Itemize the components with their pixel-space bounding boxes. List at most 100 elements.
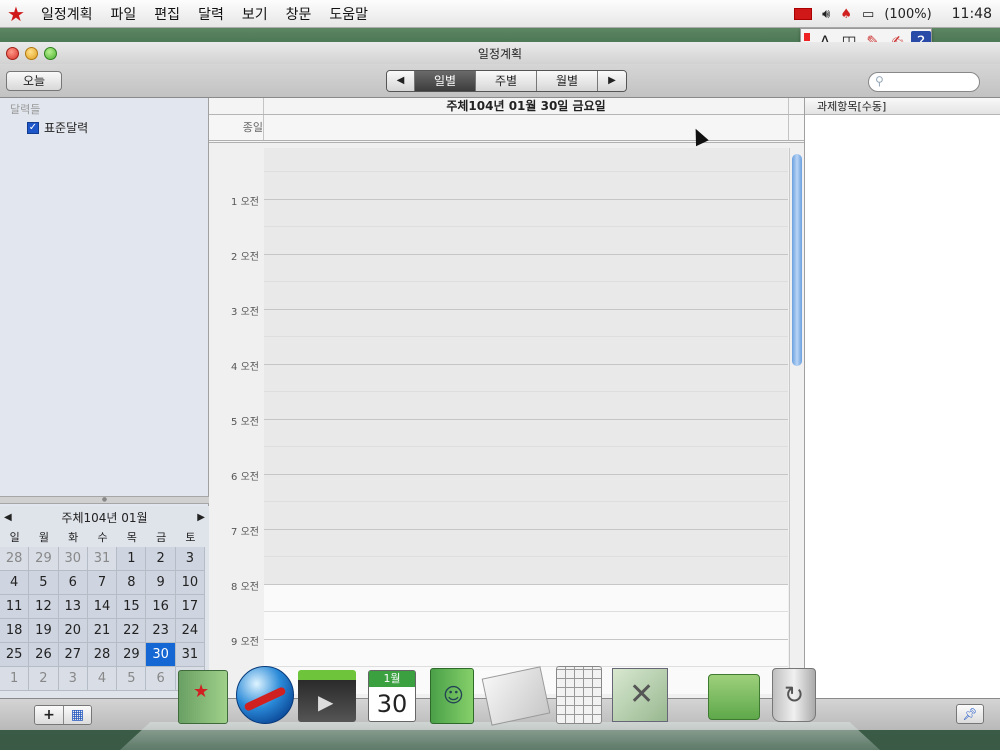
- half-hour-line: [264, 226, 788, 227]
- tasks-header[interactable]: 과제항목[수동]: [805, 98, 1000, 115]
- tab-week[interactable]: 주별: [476, 71, 537, 91]
- day-cell[interactable]: 28: [0, 547, 30, 571]
- hour-row[interactable]: 7 오전: [209, 527, 789, 584]
- day-cell[interactable]: 13: [58, 595, 88, 619]
- day-cell[interactable]: 21: [87, 619, 118, 643]
- day-cell[interactable]: 8: [117, 571, 147, 595]
- hour-row[interactable]: [209, 148, 789, 199]
- day-cell[interactable]: 1: [0, 667, 30, 691]
- mini-prev-icon[interactable]: ◀: [4, 512, 12, 523]
- hour-row[interactable]: 2 오전: [209, 252, 789, 309]
- day-cell[interactable]: 30: [58, 547, 88, 571]
- add-calendar-button[interactable]: +: [35, 706, 63, 724]
- day-cell[interactable]: 4: [0, 571, 30, 595]
- menu-file[interactable]: 파일: [102, 4, 146, 24]
- search-input[interactable]: ⚲: [868, 72, 980, 92]
- hour-label: 8 오전: [231, 582, 259, 593]
- checkbox-icon[interactable]: ✓: [27, 121, 39, 134]
- address-book-icon[interactable]: [430, 668, 474, 724]
- day-cell[interactable]: 29: [29, 547, 59, 571]
- red-book-icon[interactable]: [178, 670, 228, 724]
- day-cell[interactable]: 2: [146, 547, 176, 571]
- hour-row[interactable]: 3 오전: [209, 307, 789, 364]
- day-cell[interactable]: 31: [87, 547, 118, 571]
- menu-calendar[interactable]: 달력: [189, 4, 233, 24]
- day-cell[interactable]: 29: [117, 643, 147, 667]
- day-cell[interactable]: 12: [29, 595, 59, 619]
- day-cell[interactable]: 5: [117, 667, 147, 691]
- flag-icon[interactable]: [794, 8, 813, 20]
- menu-app[interactable]: 일정계획: [32, 4, 102, 24]
- day-cell[interactable]: 25: [0, 643, 30, 667]
- day-cell[interactable]: 10: [175, 571, 206, 595]
- day-cell[interactable]: 1: [117, 547, 147, 571]
- day-cell[interactable]: 27: [58, 643, 88, 667]
- trash-icon[interactable]: [772, 668, 816, 722]
- documents-folder-icon[interactable]: [708, 674, 760, 720]
- calendar-app-day: 30: [376, 690, 408, 718]
- scrollbar-thumb[interactable]: [792, 154, 802, 366]
- day-cell[interactable]: 16: [146, 595, 176, 619]
- hour-row[interactable]: 1 오전: [209, 197, 789, 254]
- clock[interactable]: 11:48: [952, 6, 992, 22]
- day-cell[interactable]: 9: [146, 571, 176, 595]
- day-cell[interactable]: 26: [29, 643, 59, 667]
- vertical-scrollbar[interactable]: [789, 148, 803, 670]
- half-hour-line: [264, 391, 788, 392]
- next-button[interactable]: ▶: [598, 71, 626, 91]
- day-cell[interactable]: 6: [58, 571, 88, 595]
- sidebar-splitter[interactable]: ●: [0, 496, 209, 504]
- window-title: 일정계획: [477, 46, 523, 61]
- day-cell[interactable]: 28: [87, 643, 118, 667]
- day-cell[interactable]: 4: [87, 667, 118, 691]
- hour-row[interactable]: 6 오전: [209, 472, 789, 529]
- previous-button[interactable]: ◀: [387, 71, 415, 91]
- pin-icon[interactable]: 📌︎: [956, 704, 984, 724]
- menu-edit[interactable]: 편집: [145, 4, 189, 24]
- image-viewer-icon[interactable]: [481, 666, 551, 726]
- day-cell[interactable]: 20: [58, 619, 88, 643]
- system-tools-icon[interactable]: [612, 668, 668, 722]
- mini-next-icon[interactable]: ▶: [197, 512, 205, 523]
- calendar-grid-button[interactable]: ▦: [63, 706, 91, 724]
- day-cell[interactable]: 5: [29, 571, 59, 595]
- hour-row[interactable]: 8 오전: [209, 582, 789, 639]
- half-hour-line: [264, 336, 788, 337]
- day-cell[interactable]: 15: [117, 595, 147, 619]
- volume-icon[interactable]: 🔊︎: [822, 7, 830, 22]
- day-cell[interactable]: 18: [0, 619, 30, 643]
- star-menu-icon[interactable]: ★: [0, 2, 32, 26]
- menu-view[interactable]: 보기: [233, 4, 277, 24]
- day-cell[interactable]: 14: [87, 595, 118, 619]
- torch-icon[interactable]: ♠: [840, 7, 852, 22]
- tab-day[interactable]: 일별: [415, 71, 476, 91]
- all-day-row[interactable]: 종일: [209, 115, 804, 143]
- browser-globe-icon[interactable]: [236, 666, 294, 724]
- today-button[interactable]: 오늘: [6, 71, 62, 91]
- hour-grid[interactable]: 1 오전 2 오전 3 오전 4 오전 5 오전 6 오전 7 오전 8 오전 9 오전: [209, 148, 789, 698]
- weekday-label: 수: [97, 531, 108, 544]
- menu-window[interactable]: 창문: [277, 4, 321, 24]
- day-cell[interactable]: 17: [175, 595, 206, 619]
- day-cell[interactable]: 7: [87, 571, 118, 595]
- day-cell[interactable]: 22: [117, 619, 147, 643]
- battery-icon[interactable]: ▭: [862, 7, 874, 22]
- hour-row[interactable]: 5 오전: [209, 417, 789, 474]
- title-bar[interactable]: 일정계획: [0, 42, 1000, 64]
- day-cell[interactable]: 3: [58, 667, 88, 691]
- calendar-app-icon[interactable]: 1월 30: [368, 670, 416, 722]
- menu-help[interactable]: 도움말: [320, 4, 377, 24]
- day-cell[interactable]: 3: [175, 547, 206, 571]
- hour-row[interactable]: 4 오전: [209, 362, 789, 419]
- day-cell[interactable]: 11: [0, 595, 30, 619]
- calculator-icon[interactable]: [556, 666, 602, 724]
- hour-label: 4 오전: [231, 362, 259, 373]
- video-player-icon[interactable]: [298, 670, 356, 722]
- day-cell[interactable]: 19: [29, 619, 59, 643]
- toolbar: 오늘 ◀ 일별 주별 월별 ▶ ⚲: [0, 64, 1000, 98]
- calendar-item-standard[interactable]: ✓ 표준달력: [0, 117, 208, 136]
- tab-month[interactable]: 월별: [537, 71, 598, 91]
- day-cell[interactable]: 23: [146, 619, 176, 643]
- day-cell[interactable]: 2: [29, 667, 59, 691]
- day-cell[interactable]: 24: [175, 619, 206, 643]
